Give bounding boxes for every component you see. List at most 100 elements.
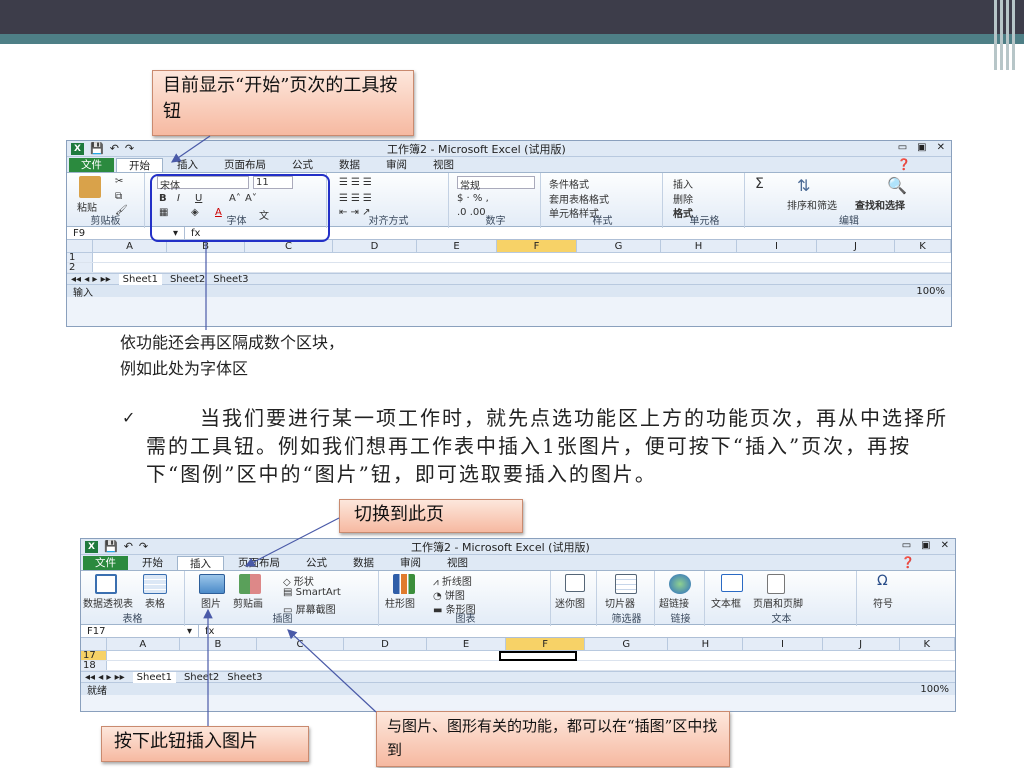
header-footer-icon[interactable] — [767, 574, 785, 594]
help-icon[interactable]: ❓ — [901, 556, 915, 569]
find-select-button[interactable]: 查找和选择 — [855, 197, 905, 212]
undo-icon[interactable]: ↶ — [110, 142, 119, 155]
minimize-icon[interactable]: ▭ — [902, 540, 911, 551]
column-header-b[interactable]: B — [180, 638, 257, 650]
symbol-icon[interactable]: Ω — [877, 573, 888, 589]
cut-icon[interactable]: ✂ — [115, 176, 123, 187]
column-header-g[interactable]: G — [585, 638, 669, 650]
table-format-button[interactable]: 套用表格格式 — [549, 191, 609, 206]
select-all-corner[interactable] — [81, 638, 107, 650]
close-icon[interactable]: ✕ — [941, 540, 949, 551]
table-row[interactable]: 17 — [81, 651, 955, 661]
tab-file[interactable]: 文件 — [69, 158, 114, 172]
paste-icon[interactable] — [79, 176, 101, 198]
select-all-corner[interactable] — [67, 240, 93, 252]
sheet-tab-2[interactable]: Sheet2 — [170, 274, 205, 285]
table-row[interactable]: 18 — [81, 661, 955, 671]
tab-formulas[interactable]: 公式 — [294, 556, 339, 570]
align-top-icons[interactable]: ☰☰☰ — [339, 177, 375, 188]
line-chart-button[interactable]: ⩘ 折线图 — [433, 573, 472, 588]
column-header-a[interactable]: A — [107, 638, 180, 650]
column-header-g[interactable]: G — [577, 240, 661, 252]
picture-button[interactable]: 图片 — [201, 595, 221, 610]
hyperlink-button[interactable]: 超链接 — [659, 595, 689, 610]
column-header-d[interactable]: D — [344, 638, 428, 650]
column-chart-icon[interactable] — [393, 574, 415, 594]
column-header-h[interactable]: H — [661, 240, 737, 252]
copy-icon[interactable]: ⧉ — [115, 191, 122, 202]
column-chart-button[interactable]: 柱形图 — [385, 595, 415, 610]
smartart-button[interactable]: ▤ SmartArt — [283, 587, 341, 598]
column-header-f[interactable]: F — [506, 638, 586, 650]
tab-formulas[interactable]: 公式 — [280, 158, 325, 172]
tab-page-layout[interactable]: 页面布局 — [212, 158, 278, 172]
sheet-tab-3[interactable]: Sheet3 — [213, 274, 248, 285]
column-header-c[interactable]: C — [257, 638, 344, 650]
textbox-icon[interactable] — [721, 574, 743, 592]
help-icon[interactable]: ❓ — [897, 158, 911, 171]
column-header-i[interactable]: I — [743, 638, 823, 650]
tab-data[interactable]: 数据 — [341, 556, 386, 570]
fx-icon[interactable]: fx — [199, 626, 220, 637]
conditional-format-button[interactable]: 条件格式 — [549, 176, 589, 191]
table-row[interactable]: 2 — [67, 263, 951, 273]
minimize-icon[interactable]: ▭ — [898, 142, 907, 153]
slicer-icon[interactable] — [615, 574, 637, 594]
column-header-e[interactable]: E — [427, 638, 507, 650]
table-icon[interactable] — [143, 574, 167, 594]
symbol-button[interactable]: 符号 — [873, 595, 893, 610]
clipart-icon[interactable] — [239, 574, 261, 594]
redo-icon[interactable]: ↷ — [125, 142, 134, 155]
zoom-level[interactable]: 100% — [916, 286, 945, 297]
pie-chart-button[interactable]: ◔ 饼图 — [433, 587, 465, 602]
sort-filter-button[interactable]: 排序和筛选 — [787, 197, 837, 212]
tab-home[interactable]: 开始 — [116, 158, 163, 172]
sheet-tab-2[interactable]: Sheet2 — [184, 672, 219, 683]
sparkline-button[interactable]: 迷你图 — [555, 595, 585, 610]
tab-file[interactable]: 文件 — [83, 556, 128, 570]
insert-cells-button[interactable]: 插入 — [673, 176, 693, 191]
undo-icon[interactable]: ↶ — [124, 540, 133, 553]
delete-cells-button[interactable]: 删除 — [673, 191, 693, 206]
column-header-i[interactable]: I — [737, 240, 817, 252]
sheet-tab-1[interactable]: Sheet1 — [132, 671, 176, 683]
column-header-k[interactable]: K — [900, 638, 955, 650]
selected-cell[interactable] — [499, 651, 577, 661]
tab-insert[interactable]: 插入 — [165, 158, 210, 172]
picture-icon[interactable] — [199, 574, 225, 594]
table-row[interactable]: 1 — [67, 253, 951, 263]
hyperlink-icon[interactable] — [669, 574, 691, 594]
close-icon[interactable]: ✕ — [937, 142, 945, 153]
restore-icon[interactable]: ▣ — [921, 540, 930, 551]
align-center-icons[interactable]: ☰☰☰ — [339, 193, 375, 204]
column-header-j[interactable]: J — [817, 240, 895, 252]
save-icon[interactable]: 💾 — [104, 540, 118, 553]
header-footer-button[interactable]: 页眉和页脚 — [753, 595, 803, 610]
redo-icon[interactable]: ↷ — [139, 540, 148, 553]
table-button[interactable]: 表格 — [145, 595, 165, 610]
pivot-table-button[interactable]: 数据透视表 — [83, 595, 133, 610]
clipart-button[interactable]: 剪贴画 — [233, 595, 263, 610]
sheet-tab-3[interactable]: Sheet3 — [227, 672, 262, 683]
column-header-h[interactable]: H — [668, 638, 744, 650]
restore-icon[interactable]: ▣ — [917, 142, 926, 153]
zoom-level[interactable]: 100% — [920, 684, 949, 695]
column-header-f[interactable]: F — [497, 240, 577, 252]
number-format-select[interactable]: 常规 — [457, 176, 535, 192]
currency-percent-icons[interactable]: $ · % , — [457, 193, 489, 204]
sum-icon[interactable]: Σ — [755, 176, 764, 192]
tab-data[interactable]: 数据 — [327, 158, 372, 172]
tab-page-layout[interactable]: 页面布局 — [226, 556, 292, 570]
column-header-e[interactable]: E — [417, 240, 497, 252]
tab-view[interactable]: 视图 — [421, 158, 466, 172]
sort-filter-icon[interactable]: ⇅ — [797, 176, 810, 195]
pivot-table-icon[interactable] — [95, 574, 117, 594]
tab-view[interactable]: 视图 — [435, 556, 480, 570]
tab-insert[interactable]: 插入 — [177, 556, 224, 570]
tab-home[interactable]: 开始 — [130, 556, 175, 570]
column-header-j[interactable]: J — [823, 638, 900, 650]
tab-review[interactable]: 审阅 — [374, 158, 419, 172]
sparkline-icon[interactable] — [565, 574, 585, 592]
tab-review[interactable]: 审阅 — [388, 556, 433, 570]
shapes-button[interactable]: ◇ 形状 — [283, 573, 314, 588]
